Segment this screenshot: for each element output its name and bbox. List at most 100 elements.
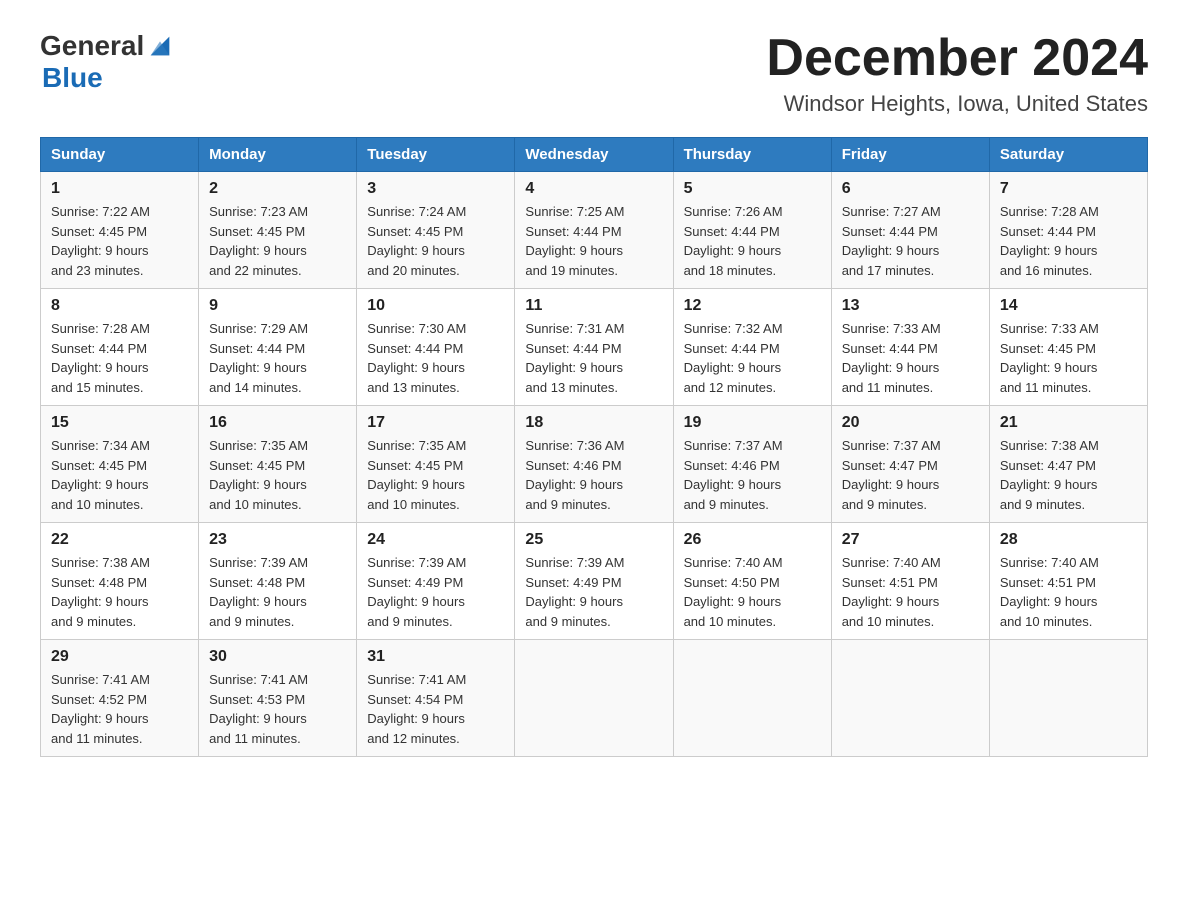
day-info: Sunrise: 7:41 AMSunset: 4:54 PMDaylight:… [367,670,504,748]
col-tuesday: Tuesday [357,138,515,172]
calendar-week-row: 8 Sunrise: 7:28 AMSunset: 4:44 PMDaylight… [41,289,1148,406]
calendar-week-row: 1 Sunrise: 7:22 AMSunset: 4:45 PMDaylight… [41,172,1148,289]
day-info: Sunrise: 7:32 AMSunset: 4:44 PMDaylight:… [684,319,821,397]
day-number: 17 [367,414,504,432]
day-info: Sunrise: 7:33 AMSunset: 4:44 PMDaylight:… [842,319,979,397]
logo-blue-text: Blue [42,62,103,93]
table-row: 12 Sunrise: 7:32 AMSunset: 4:44 PMDayligh… [673,289,831,406]
day-info: Sunrise: 7:38 AMSunset: 4:47 PMDaylight:… [1000,436,1137,514]
day-number: 2 [209,180,346,198]
col-wednesday: Wednesday [515,138,673,172]
table-row: 22Sunrise: 7:38 AMSunset: 4:48 PMDayligh… [41,523,199,640]
table-row: 11Sunrise: 7:31 AMSunset: 4:44 PMDayligh… [515,289,673,406]
day-number: 15 [51,414,188,432]
day-info: Sunrise: 7:39 AMSunset: 4:48 PMDaylight:… [209,553,346,631]
day-info: Sunrise: 7:38 AMSunset: 4:48 PMDaylight:… [51,553,188,631]
table-row: 24Sunrise: 7:39 AMSunset: 4:49 PMDayligh… [357,523,515,640]
day-info: Sunrise: 7:23 AMSunset: 4:45 PMDaylight:… [209,202,346,280]
table-row: 19 Sunrise: 7:37 AMSunset: 4:46 PMDayligh… [673,406,831,523]
day-info: Sunrise: 7:37 AMSunset: 4:47 PMDaylight:… [842,436,979,514]
logo: General Blue [40,30,174,94]
day-info: Sunrise: 7:25 AMSunset: 4:44 PMDaylight:… [525,202,662,280]
day-number: 25 [525,531,662,549]
day-number: 6 [842,180,979,198]
day-info: Sunrise: 7:26 AMSunset: 4:44 PMDaylight:… [684,202,821,280]
day-info: Sunrise: 7:22 AMSunset: 4:45 PMDaylight:… [51,202,188,280]
day-info: Sunrise: 7:35 AMSunset: 4:45 PMDaylight:… [367,436,504,514]
day-info: Sunrise: 7:29 AMSunset: 4:44 PMDaylight:… [209,319,346,397]
table-row [515,640,673,757]
col-sunday: Sunday [41,138,199,172]
day-info: Sunrise: 7:28 AMSunset: 4:44 PMDaylight:… [1000,202,1137,280]
col-monday: Monday [199,138,357,172]
col-friday: Friday [831,138,989,172]
day-info: Sunrise: 7:30 AMSunset: 4:44 PMDaylight:… [367,319,504,397]
day-number: 26 [684,531,821,549]
col-saturday: Saturday [989,138,1147,172]
day-number: 29 [51,648,188,666]
day-number: 23 [209,531,346,549]
table-row: 27 Sunrise: 7:40 AMSunset: 4:51 PMDayligh… [831,523,989,640]
table-row: 29 Sunrise: 7:41 AMSunset: 4:52 PMDayligh… [41,640,199,757]
table-row: 5 Sunrise: 7:26 AMSunset: 4:44 PMDaylight… [673,172,831,289]
day-number: 31 [367,648,504,666]
day-info: Sunrise: 7:41 AMSunset: 4:53 PMDaylight:… [209,670,346,748]
table-row: 21 Sunrise: 7:38 AMSunset: 4:47 PMDayligh… [989,406,1147,523]
day-info: Sunrise: 7:41 AMSunset: 4:52 PMDaylight:… [51,670,188,748]
table-row: 4 Sunrise: 7:25 AMSunset: 4:44 PMDaylight… [515,172,673,289]
day-number: 8 [51,297,188,315]
table-row: 3Sunrise: 7:24 AMSunset: 4:45 PMDaylight… [357,172,515,289]
table-row: 16 Sunrise: 7:35 AMSunset: 4:45 PMDayligh… [199,406,357,523]
day-number: 21 [1000,414,1137,432]
calendar-table: Sunday Monday Tuesday Wednesday Thursday… [40,137,1148,757]
day-info: Sunrise: 7:40 AMSunset: 4:51 PMDaylight:… [842,553,979,631]
table-row: 10 Sunrise: 7:30 AMSunset: 4:44 PMDayligh… [357,289,515,406]
table-row: 13 Sunrise: 7:33 AMSunset: 4:44 PMDayligh… [831,289,989,406]
day-info: Sunrise: 7:37 AMSunset: 4:46 PMDaylight:… [684,436,821,514]
table-row: 7 Sunrise: 7:28 AMSunset: 4:44 PMDaylight… [989,172,1147,289]
day-info: Sunrise: 7:34 AMSunset: 4:45 PMDaylight:… [51,436,188,514]
day-number: 18 [525,414,662,432]
table-row: 9Sunrise: 7:29 AMSunset: 4:44 PMDaylight… [199,289,357,406]
day-number: 13 [842,297,979,315]
day-info: Sunrise: 7:39 AMSunset: 4:49 PMDaylight:… [525,553,662,631]
table-row [831,640,989,757]
day-number: 10 [367,297,504,315]
day-number: 19 [684,414,821,432]
calendar-week-row: 22Sunrise: 7:38 AMSunset: 4:48 PMDayligh… [41,523,1148,640]
calendar-week-row: 15 Sunrise: 7:34 AMSunset: 4:45 PMDayligh… [41,406,1148,523]
day-number: 5 [684,180,821,198]
day-info: Sunrise: 7:24 AMSunset: 4:45 PMDaylight:… [367,202,504,280]
day-info: Sunrise: 7:28 AMSunset: 4:44 PMDaylight:… [51,319,188,397]
month-title: December 2024 [766,30,1148,87]
day-number: 7 [1000,180,1137,198]
day-info: Sunrise: 7:33 AMSunset: 4:45 PMDaylight:… [1000,319,1137,397]
table-row: 26 Sunrise: 7:40 AMSunset: 4:50 PMDayligh… [673,523,831,640]
day-info: Sunrise: 7:31 AMSunset: 4:44 PMDaylight:… [525,319,662,397]
col-thursday: Thursday [673,138,831,172]
day-number: 4 [525,180,662,198]
title-area: December 2024 Windsor Heights, Iowa, Uni… [766,30,1148,117]
table-row: 25 Sunrise: 7:39 AMSunset: 4:49 PMDayligh… [515,523,673,640]
table-row: 15 Sunrise: 7:34 AMSunset: 4:45 PMDayligh… [41,406,199,523]
calendar-header-row: Sunday Monday Tuesday Wednesday Thursday… [41,138,1148,172]
logo-icon [146,32,174,60]
day-number: 12 [684,297,821,315]
day-number: 1 [51,180,188,198]
day-number: 16 [209,414,346,432]
day-info: Sunrise: 7:35 AMSunset: 4:45 PMDaylight:… [209,436,346,514]
day-info: Sunrise: 7:40 AMSunset: 4:51 PMDaylight:… [1000,553,1137,631]
day-info: Sunrise: 7:40 AMSunset: 4:50 PMDaylight:… [684,553,821,631]
table-row [673,640,831,757]
day-number: 14 [1000,297,1137,315]
table-row: 17 Sunrise: 7:35 AMSunset: 4:45 PMDayligh… [357,406,515,523]
day-info: Sunrise: 7:39 AMSunset: 4:49 PMDaylight:… [367,553,504,631]
day-info: Sunrise: 7:36 AMSunset: 4:46 PMDaylight:… [525,436,662,514]
table-row: 30 Sunrise: 7:41 AMSunset: 4:53 PMDayligh… [199,640,357,757]
table-row: 23 Sunrise: 7:39 AMSunset: 4:48 PMDayligh… [199,523,357,640]
day-number: 27 [842,531,979,549]
day-info: Sunrise: 7:27 AMSunset: 4:44 PMDaylight:… [842,202,979,280]
location-title: Windsor Heights, Iowa, United States [766,91,1148,117]
page-header: General Blue December 2024 Windsor Heigh… [40,30,1148,117]
day-number: 30 [209,648,346,666]
